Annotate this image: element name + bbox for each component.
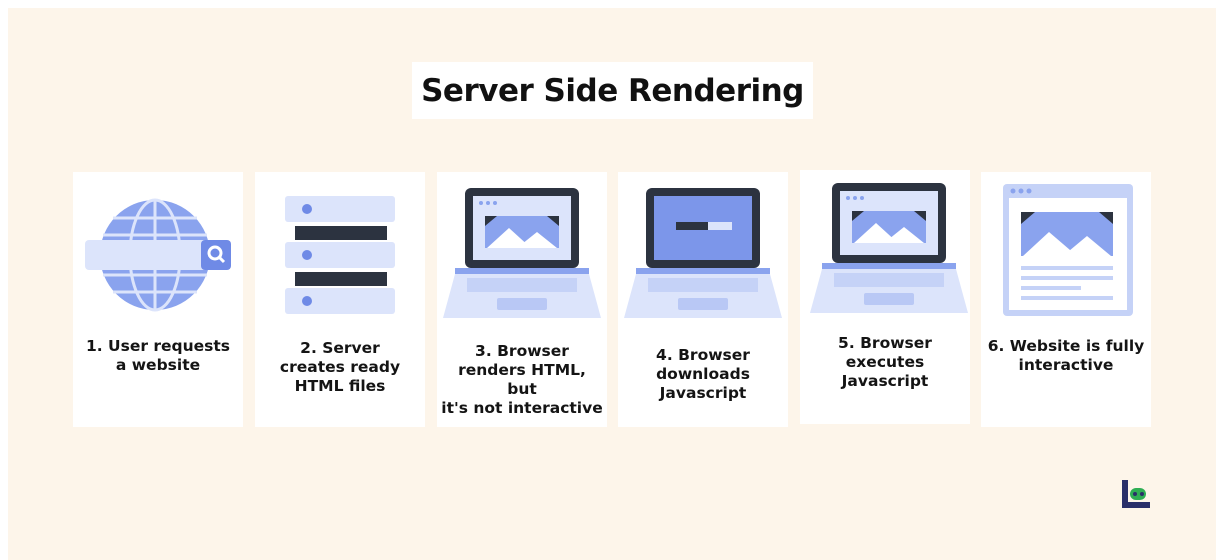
page-title: Server Side Rendering bbox=[421, 72, 804, 109]
step-card-5: 5. Browser executes Javascript bbox=[800, 170, 970, 424]
step-label: 4. Browser downloads Javascript bbox=[656, 346, 750, 402]
step-card-4: 4. Browser downloads Javascript bbox=[618, 172, 788, 427]
step-card-3: 3. Browser renders HTML, but it's not inte… bbox=[437, 172, 607, 427]
title-box: Server Side Rendering bbox=[412, 62, 813, 119]
globe-search-icon bbox=[85, 198, 231, 312]
laptop-download-icon bbox=[624, 188, 782, 318]
step-card-6: 6. Website is fully interactive bbox=[981, 172, 1151, 427]
laptop-rendered-page-icon bbox=[443, 188, 601, 318]
web-page-icon bbox=[1003, 184, 1133, 316]
server-stack-icon bbox=[285, 196, 395, 314]
step-label: 3. Browser renders HTML, but it's not inte… bbox=[441, 342, 603, 417]
laptop-executing-icon bbox=[810, 183, 968, 313]
step-label: 1. User requests a website bbox=[85, 337, 231, 374]
brand-logo bbox=[1122, 480, 1150, 508]
step-card-1: 1. User requests a website bbox=[73, 172, 243, 427]
step-card-2: 2. Server creates ready HTML files bbox=[255, 172, 425, 427]
step-label: 5. Browser executes Javascript bbox=[838, 334, 932, 390]
step-label: 2. Server creates ready HTML files bbox=[279, 339, 401, 395]
step-label: 6. Website is fully interactive bbox=[987, 337, 1145, 374]
